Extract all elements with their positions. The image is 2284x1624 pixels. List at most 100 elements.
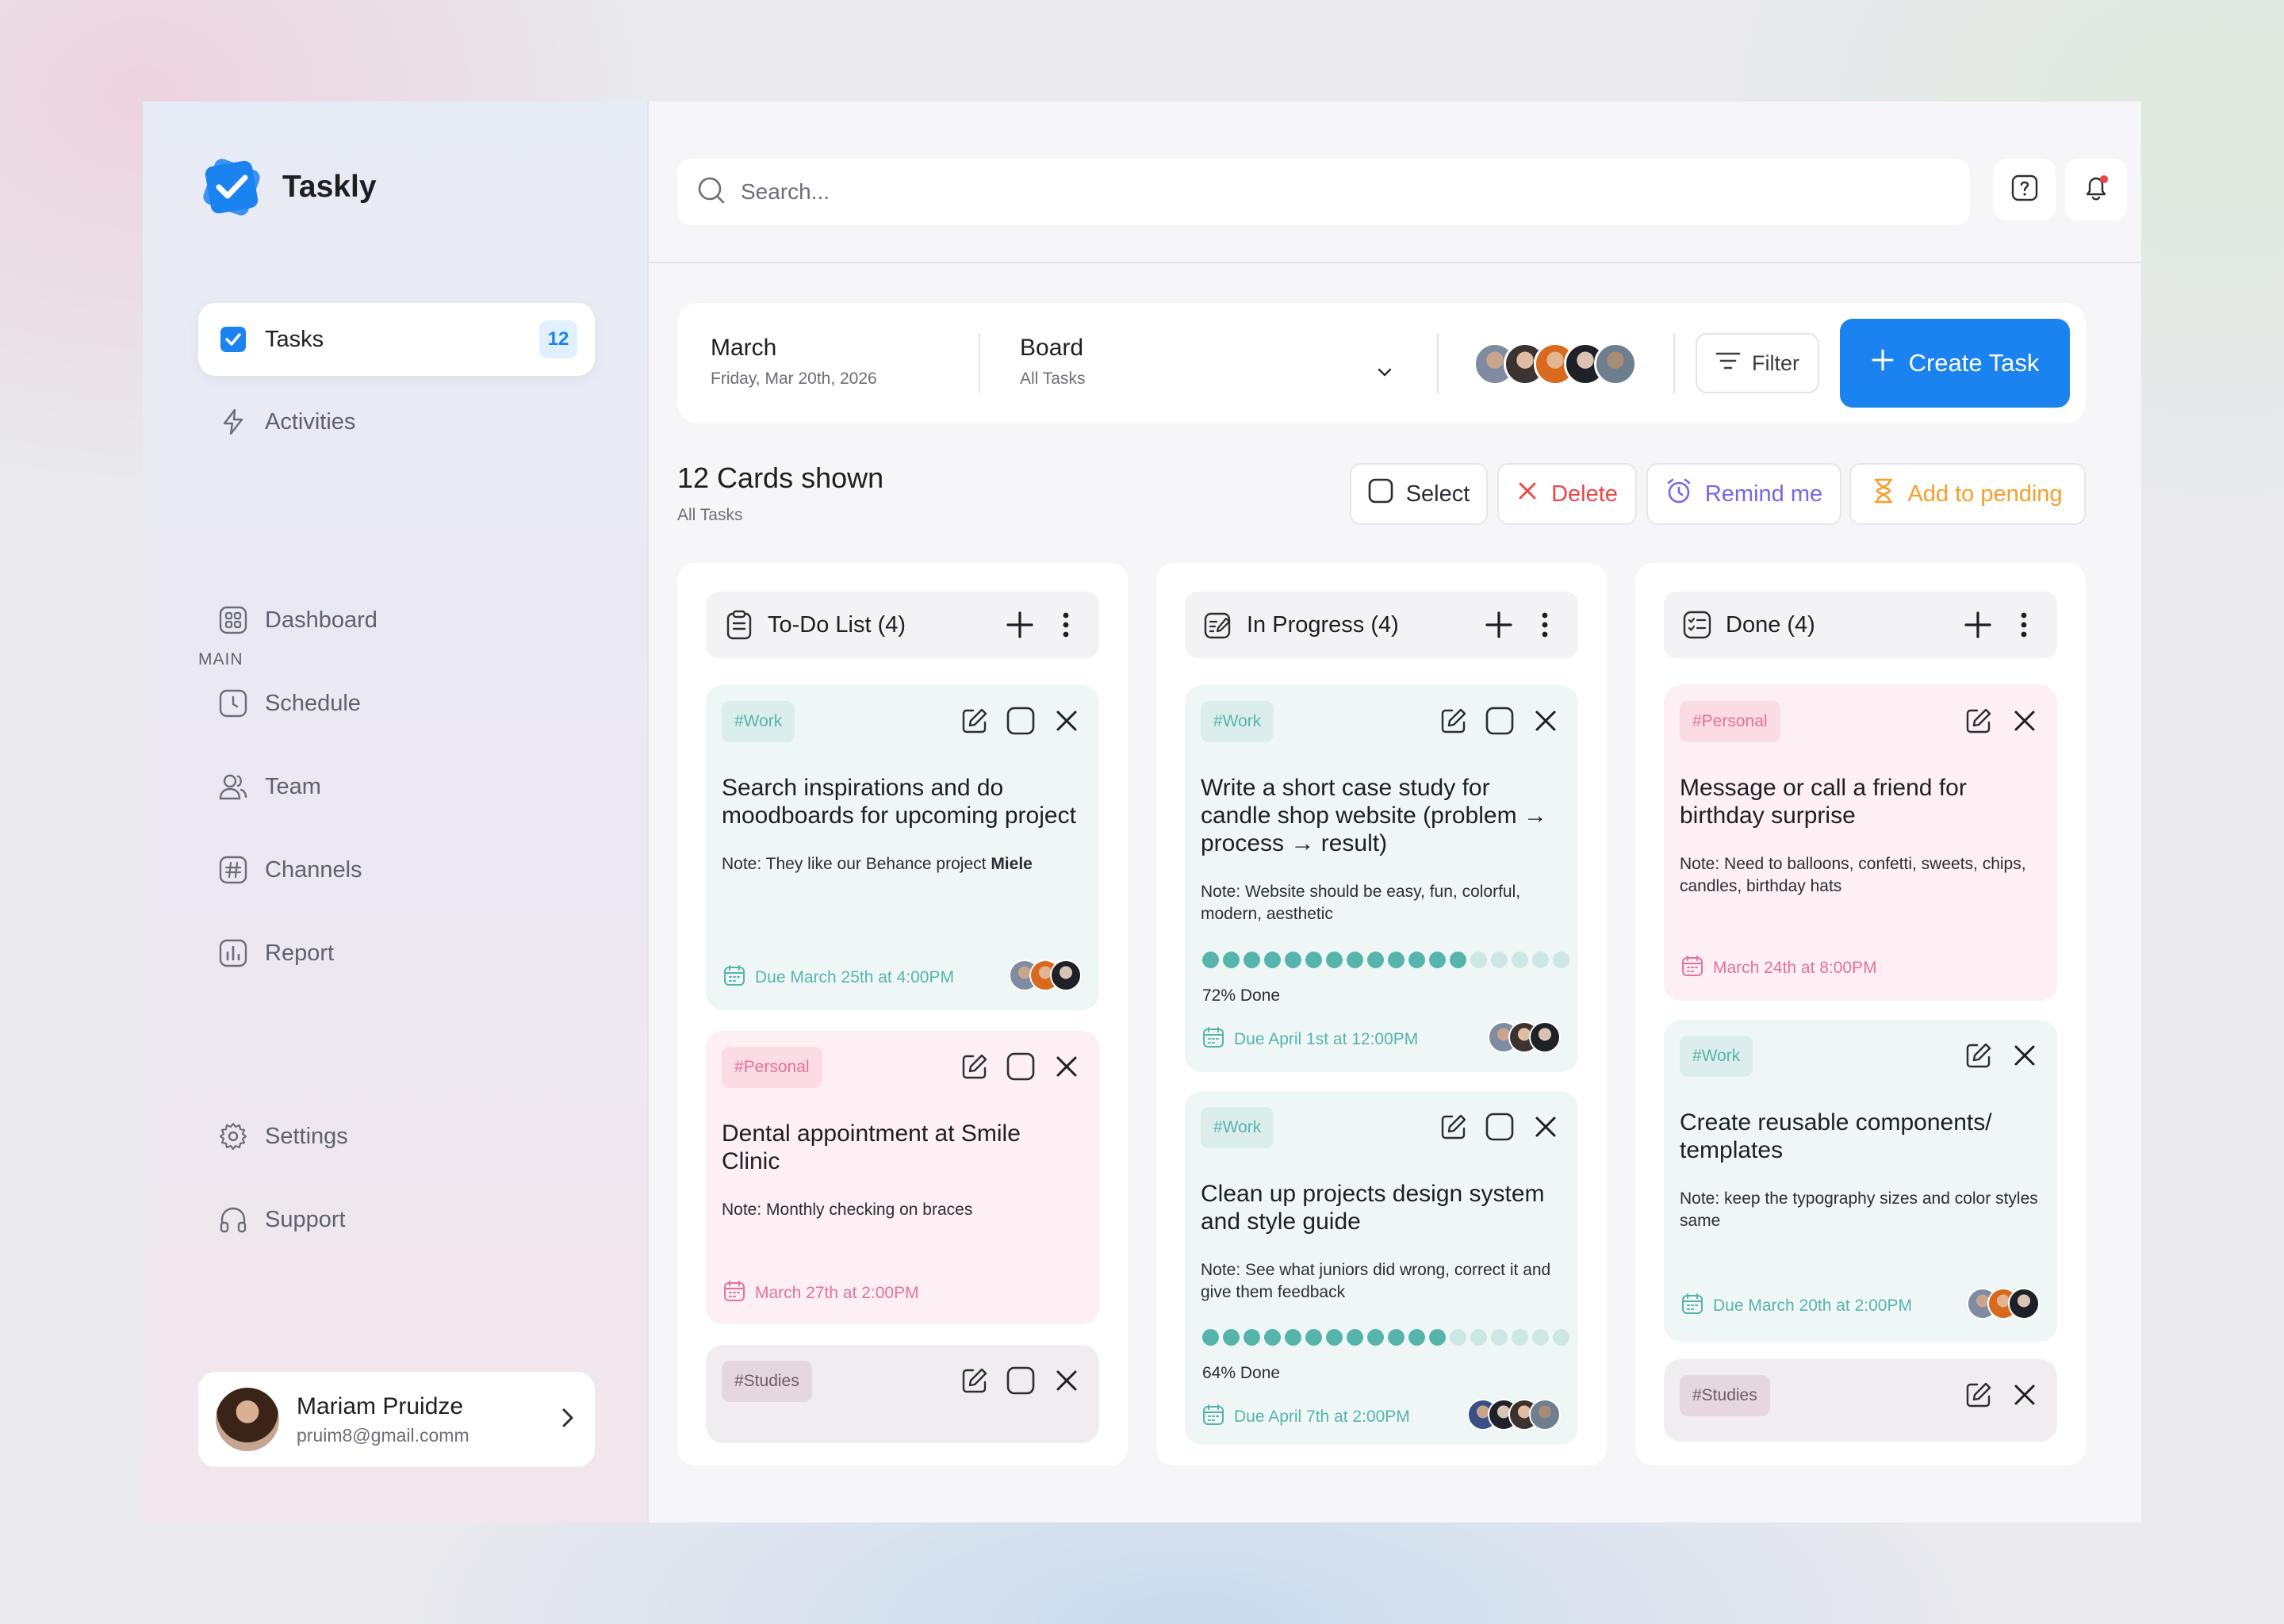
sidebar-item-schedule[interactable]: Schedule [198,667,595,740]
edit-icon[interactable] [1439,1112,1469,1142]
progress-dot [1388,1329,1405,1346]
sidebar-item-label: Settings [265,1123,348,1149]
more-vertical-icon[interactable] [1529,609,1561,641]
progress-dot [1305,952,1322,968]
task-card[interactable]: #Work Write a short case study for candl… [1185,685,1578,1072]
task-card[interactable]: #Studies [1664,1359,2057,1442]
cards-count-title: 12 Cards shown [677,462,884,494]
user-profile-card[interactable]: Mariam Pruidze pruim8@gmail.comm [198,1372,595,1467]
checkbox-icon[interactable] [1006,1365,1036,1396]
task-tag: #Work [1680,1036,1753,1077]
close-icon[interactable] [2010,1040,2040,1071]
select-button[interactable]: Select [1350,463,1488,525]
progress-dot [1244,1329,1260,1346]
sidebar-item-support[interactable]: Support [198,1183,595,1256]
delete-button[interactable]: Delete [1497,463,1637,525]
progress-dot [1244,952,1260,968]
date-title: March [711,335,777,361]
edit-icon[interactable] [1439,706,1469,736]
task-note-highlight: Miele [991,855,1033,873]
create-task-button[interactable]: Create Task [1840,319,2070,408]
calendar-icon [1202,1404,1224,1431]
edit-icon[interactable] [1964,1040,1994,1071]
board-select[interactable]: Board All Tasks [1020,335,1085,389]
close-icon[interactable] [2010,706,2040,736]
close-icon[interactable] [1052,1051,1082,1082]
add-card-plus-icon[interactable] [1962,609,1994,641]
close-icon[interactable] [1052,1365,1082,1396]
sidebar-item-dashboard[interactable]: Dashboard [198,584,595,657]
sidebar-item-channels[interactable]: Channels [198,833,595,906]
date-block[interactable]: March Friday, Mar 20th, 2026 [711,335,877,389]
due-date-text: Due March 20th at 2:00PM [1713,1297,1912,1315]
task-note: Note: They like our Behance project Miel… [722,855,1033,873]
due-date-text: Due March 25th at 4:00PM [755,968,954,986]
more-vertical-icon[interactable] [1050,609,1082,641]
close-icon[interactable] [1531,1112,1561,1142]
sidebar-item-activities[interactable]: Activities [198,385,595,458]
filter-icon [1715,350,1741,377]
due-date: March 24th at 8:00PM [1681,955,1877,982]
progress-dot [1450,1329,1466,1346]
plus-icon [1871,348,1895,378]
remind-me-button[interactable]: Remind me [1646,463,1841,525]
notifications-button[interactable] [2065,159,2127,220]
checkbox-icon[interactable] [1485,706,1515,736]
edit-icon[interactable] [1964,1380,1994,1410]
assignee-avatars[interactable] [1467,1399,1561,1431]
more-vertical-icon[interactable] [2008,609,2040,641]
sidebar-item-label: Report [265,940,335,966]
edit-list-icon [1202,609,1234,641]
sidebar-item-team[interactable]: Team [198,750,595,823]
checkbox-icon[interactable] [1006,706,1036,736]
assignee-avatars[interactable] [1009,959,1082,991]
task-title: Dental appointment at Smile Clinic [722,1120,1021,1174]
add-card-plus-icon[interactable] [1004,609,1036,641]
progress-dot [1408,1329,1425,1346]
edit-icon[interactable] [960,1051,990,1082]
search-input[interactable] [741,179,1851,205]
task-card[interactable]: #Work Clean up projects design system an… [1185,1091,1578,1445]
sidebar-item-settings[interactable]: Settings [198,1100,595,1173]
task-card[interactable]: #Personal Message or call a friend for b… [1664,685,2057,1001]
sidebar-item-report[interactable]: Report [198,917,595,990]
sidebar-item-label: Dashboard [265,607,377,633]
edit-icon[interactable] [960,1365,990,1396]
task-card[interactable]: #Work Search inspirations and do moodboa… [706,685,1099,1010]
sidebar-item-tasks[interactable]: Tasks 12 [198,303,595,376]
task-card[interactable]: #Studies [706,1345,1099,1443]
filter-button[interactable]: Filter [1696,333,1819,393]
task-card[interactable]: #Work Create reusable components/ templa… [1664,1020,2057,1342]
search-bar[interactable] [677,159,1970,225]
column-title: Done (4) [1726,611,1815,638]
assignee-avatars[interactable] [1488,1021,1561,1053]
checkbox-icon[interactable] [1006,1051,1036,1082]
checkbox-icon[interactable] [1485,1112,1515,1142]
progress-dot [1367,1329,1384,1346]
progress-dot [1305,1329,1322,1346]
edit-icon[interactable] [960,706,990,736]
chevron-down-icon[interactable] [1375,366,1394,383]
assignee-avatars[interactable] [1967,1288,2040,1320]
column-in-progress: In Progress (4) #Work Write a short case… [1156,563,1607,1465]
help-button[interactable] [1994,159,2056,220]
close-icon[interactable] [1052,706,1082,736]
task-card[interactable]: #Personal Dental appointment at Smile Cl… [706,1031,1099,1324]
filter-label: Filter [1752,350,1799,375]
team-avatars[interactable] [1473,343,1637,385]
brand[interactable]: Taskly [198,154,377,220]
close-icon[interactable] [1531,706,1561,736]
alarm-clock-icon [1665,477,1692,511]
chevron-right-icon[interactable] [557,1406,577,1434]
sidebar-item-label: Support [265,1206,346,1232]
edit-icon[interactable] [1964,706,1994,736]
brand-name: Taskly [282,170,377,204]
dashboard-icon [219,606,247,634]
progress-dot [1264,1329,1281,1346]
add-to-pending-button[interactable]: Add to pending [1849,463,2086,525]
add-card-plus-icon[interactable] [1483,609,1515,641]
close-icon[interactable] [2010,1380,2040,1410]
task-note: Note: Monthly checking on braces [722,1201,973,1219]
task-title: Search inspirations and do moodboards fo… [722,775,1076,829]
checkbox-checked-icon [219,325,247,354]
